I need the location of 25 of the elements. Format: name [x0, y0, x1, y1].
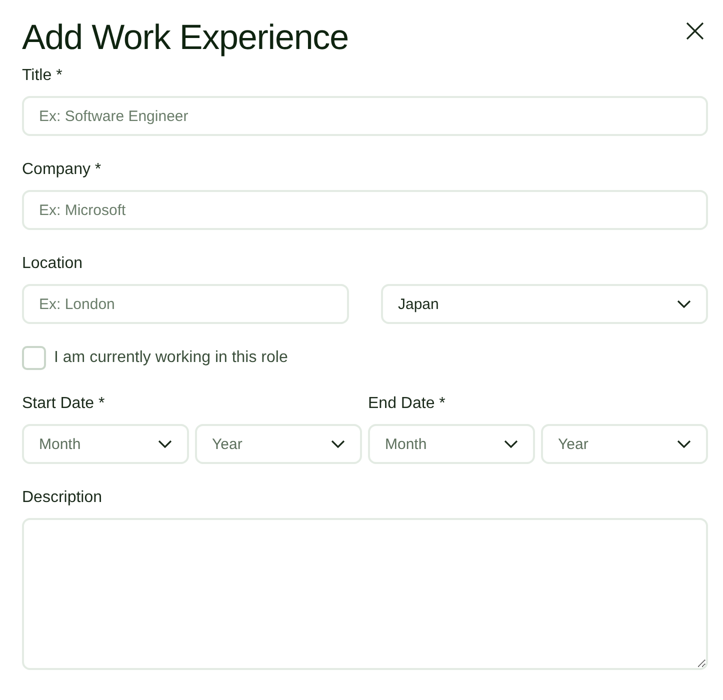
field-label: Company * — [22, 160, 102, 180]
chevron-down-icon — [331, 440, 345, 448]
chevron-down-icon — [504, 440, 518, 448]
close-button[interactable] — [686, 22, 704, 40]
chevron-down-icon — [677, 300, 691, 308]
input-field[interactable]: Ex: Microsoft — [22, 190, 708, 230]
chevron-down-icon — [158, 440, 172, 448]
checkbox-label: I am currently working in this role — [54, 349, 288, 367]
input-field[interactable]: Ex: Software Engineer — [22, 96, 708, 136]
description-field[interactable] — [22, 518, 708, 670]
chevron-down-icon — [677, 440, 691, 448]
close-icon — [686, 22, 704, 40]
field-label: Start Date * — [22, 394, 106, 414]
dropdown[interactable]: Month — [368, 424, 535, 464]
field-label: Location — [22, 254, 84, 274]
input-field[interactable]: Ex: London — [22, 284, 349, 324]
field-label: Description — [22, 488, 104, 508]
dialog-title: Add Work Experience — [22, 18, 348, 58]
checkbox[interactable] — [22, 346, 46, 370]
dropdown[interactable]: Year — [195, 424, 362, 464]
dropdown[interactable]: Month — [22, 424, 189, 464]
field-label: Title * — [22, 66, 64, 86]
dropdown[interactable]: Japan — [381, 284, 708, 324]
dropdown[interactable]: Year — [541, 424, 708, 464]
field-label: End Date * — [368, 394, 446, 414]
